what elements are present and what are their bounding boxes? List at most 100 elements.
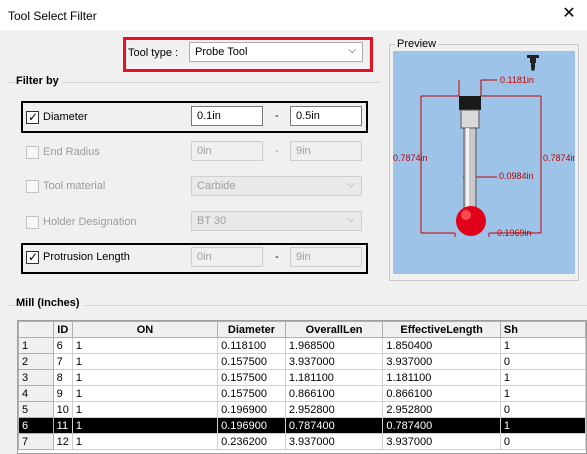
end-radius-max-input[interactable]: 9in bbox=[290, 141, 362, 161]
protrusion-length-min-input[interactable]: 0in bbox=[191, 247, 263, 267]
close-icon[interactable]: ✕ bbox=[561, 6, 577, 22]
protrusion-length-min-value: 0in bbox=[197, 251, 212, 263]
dim-left-length: 0.7874in bbox=[393, 153, 428, 163]
diameter-cell: 0.157500 bbox=[217, 353, 286, 370]
col-header-diameter[interactable]: Diameter bbox=[217, 321, 286, 338]
table-row[interactable]: 3 8 1 0.157500 1.181100 1.181100 1 bbox=[18, 369, 586, 386]
row-header-cell: 6 bbox=[18, 417, 54, 434]
on-cell: 1 bbox=[71, 385, 219, 402]
on-cell: 1 bbox=[71, 401, 219, 418]
tool-material-checkbox[interactable] bbox=[26, 180, 39, 193]
id-cell: 11 bbox=[52, 417, 73, 434]
overalllen-cell: 2.952800 bbox=[284, 401, 384, 418]
holder-designation-value: BT 30 bbox=[197, 215, 227, 227]
effectivelength-cell: 1.181100 bbox=[382, 369, 501, 386]
tool-type-label: Tool type : bbox=[128, 47, 179, 59]
id-cell: 7 bbox=[52, 353, 73, 370]
row-header-cell: 5 bbox=[18, 401, 54, 418]
diameter-cell: 0.196900 bbox=[217, 417, 286, 434]
effectivelength-cell: 2.952800 bbox=[382, 401, 501, 418]
tool-type-value: Probe Tool bbox=[195, 46, 248, 58]
tools-grid: ID ON Diameter OverallLen EffectiveLengt… bbox=[18, 321, 586, 450]
table-row[interactable]: 7 12 1 0.236200 3.937000 3.937000 0 bbox=[18, 433, 586, 450]
dim-ball-dia: 0.1969in bbox=[497, 228, 532, 238]
table-row[interactable]: 6 11 1 0.196900 0.787400 0.787400 1 bbox=[18, 417, 586, 434]
protrusion-length-label: Protrusion Length bbox=[43, 251, 130, 263]
mill-group-label: Mill (Inches) bbox=[16, 297, 84, 309]
table-header-row: ID ON Diameter OverallLen EffectiveLengt… bbox=[18, 321, 586, 338]
col-header-on[interactable]: ON bbox=[71, 321, 219, 338]
row-header-cell: 7 bbox=[18, 433, 54, 450]
on-cell: 1 bbox=[71, 337, 219, 354]
on-cell: 1 bbox=[71, 433, 219, 450]
filter-group-line bbox=[8, 82, 380, 83]
row-header-cell: 4 bbox=[18, 385, 54, 402]
table-row[interactable]: 1 6 1 0.118100 1.968500 1.850400 1 bbox=[18, 337, 586, 354]
tool-material-value: Carbide bbox=[197, 180, 236, 192]
id-cell: 12 bbox=[52, 433, 73, 450]
diameter-max-input[interactable]: 0.5in bbox=[290, 106, 362, 126]
chevron-down-icon: ⌵ bbox=[347, 214, 355, 225]
row-header-cell: 3 bbox=[18, 369, 54, 386]
tools-table[interactable]: ID ON Diameter OverallLen EffectiveLengt… bbox=[17, 320, 587, 454]
diameter-checkbox[interactable] bbox=[26, 110, 39, 124]
overalllen-cell: 0.787400 bbox=[284, 417, 384, 434]
diameter-cell: 0.196900 bbox=[217, 401, 286, 418]
end-radius-dash: - bbox=[275, 145, 279, 157]
tool-type-select[interactable]: Probe Tool ⌵ bbox=[189, 42, 363, 62]
end-radius-min-value: 0in bbox=[197, 145, 212, 157]
diameter-label: Diameter bbox=[43, 111, 88, 123]
table-row[interactable]: 4 9 1 0.157500 0.866100 0.866100 1 bbox=[18, 385, 586, 402]
effectivelength-cell: 0.787400 bbox=[382, 417, 501, 434]
sh-cell: 0 bbox=[499, 353, 586, 370]
sh-cell: 1 bbox=[499, 369, 586, 386]
row-header-cell: 1 bbox=[18, 337, 54, 354]
col-header-overalllen[interactable]: OverallLen bbox=[284, 321, 384, 338]
dim-stem-dia: 0.0984in bbox=[499, 171, 534, 181]
dim-right-length: 0.7874in bbox=[543, 153, 575, 163]
on-cell: 1 bbox=[71, 417, 219, 434]
window-title: Tool Select Filter bbox=[8, 9, 97, 23]
mill-group-line bbox=[8, 305, 587, 306]
dim-top-width: 0.1181in bbox=[500, 75, 534, 85]
diameter-min-input[interactable]: 0.1in bbox=[191, 106, 263, 126]
col-header-sh[interactable]: Sh bbox=[499, 321, 586, 338]
protrusion-length-dash: - bbox=[275, 251, 279, 263]
row-header-cell: 2 bbox=[18, 353, 54, 370]
table-row[interactable]: 2 7 1 0.157500 3.937000 3.937000 0 bbox=[18, 353, 586, 370]
sh-cell: 1 bbox=[499, 337, 586, 354]
title-bar: Tool Select Filter ✕ bbox=[0, 0, 587, 30]
diameter-dash: - bbox=[275, 110, 279, 122]
table-row[interactable]: 5 10 1 0.196900 2.952800 2.952800 0 bbox=[18, 401, 586, 418]
id-cell: 8 bbox=[52, 369, 73, 386]
diameter-min-value: 0.1in bbox=[197, 110, 221, 122]
on-cell: 1 bbox=[71, 353, 219, 370]
overalllen-cell: 3.937000 bbox=[284, 353, 384, 370]
protrusion-length-checkbox[interactable] bbox=[26, 250, 39, 264]
holder-designation-checkbox[interactable] bbox=[26, 216, 39, 229]
preview-canvas: 0.1181in 0.7874in 0.7874in 0.0984in 0.19… bbox=[393, 51, 575, 274]
sh-cell: 1 bbox=[499, 417, 586, 434]
overalllen-cell: 1.968500 bbox=[284, 337, 384, 354]
id-cell: 6 bbox=[52, 337, 73, 354]
tool-material-select[interactable]: Carbide ⌵ bbox=[191, 176, 362, 196]
effectivelength-cell: 0.866100 bbox=[382, 385, 501, 402]
end-radius-checkbox[interactable] bbox=[26, 146, 39, 159]
id-cell: 9 bbox=[52, 385, 73, 402]
protrusion-length-max-input[interactable]: 9in bbox=[290, 247, 362, 267]
col-header-effectivelength[interactable]: EffectiveLength bbox=[382, 321, 501, 338]
overalllen-cell: 0.866100 bbox=[284, 385, 384, 402]
end-radius-min-input[interactable]: 0in bbox=[191, 141, 263, 161]
end-radius-label: End Radius bbox=[43, 146, 100, 158]
holder-designation-select[interactable]: BT 30 ⌵ bbox=[191, 211, 362, 231]
row-header-corner bbox=[18, 321, 54, 338]
id-cell: 10 bbox=[52, 401, 73, 418]
sh-cell: 1 bbox=[499, 385, 586, 402]
col-header-id[interactable]: ID bbox=[52, 321, 73, 338]
preview-label: Preview bbox=[395, 38, 439, 50]
diameter-cell: 0.236200 bbox=[217, 433, 286, 450]
tool-material-label: Tool material bbox=[43, 180, 106, 192]
chevron-down-icon: ⌵ bbox=[347, 179, 355, 190]
overalllen-cell: 1.181100 bbox=[284, 369, 384, 386]
overalllen-cell: 3.937000 bbox=[284, 433, 384, 450]
